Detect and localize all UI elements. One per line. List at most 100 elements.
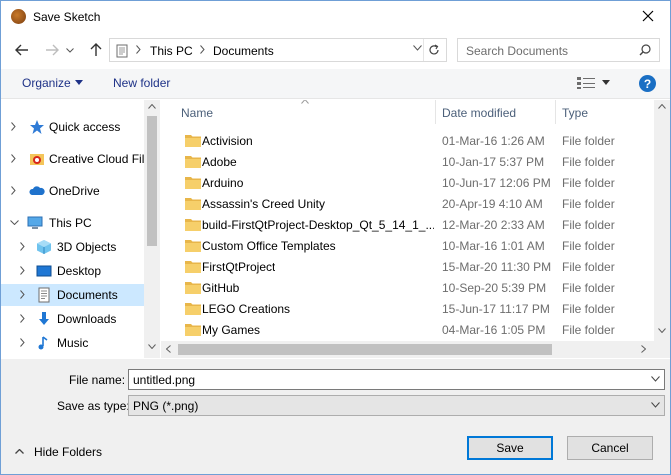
table-row[interactable]: My Games 04-Mar-16 1:05 PM File folder	[161, 319, 654, 340]
breadcrumb-documents[interactable]: Documents	[213, 44, 274, 58]
chevron-right-icon[interactable]	[11, 186, 16, 195]
address-bar[interactable]: This PC Documents	[109, 38, 447, 62]
chevron-right-icon[interactable]	[20, 290, 25, 299]
sidebar-item-documents[interactable]: Documents	[1, 284, 144, 306]
chevron-right-icon[interactable]	[20, 242, 25, 251]
chevron-right-icon[interactable]	[11, 122, 16, 131]
column-header-name[interactable]: Name	[161, 100, 435, 124]
window-title: Save Sketch	[33, 10, 101, 24]
file-date: 01-Mar-16 1:26 AM	[442, 134, 545, 148]
sidebar-item-label: Documents	[57, 288, 118, 302]
table-row[interactable]: Adobe 10-Jan-17 5:37 PM File folder	[161, 151, 654, 172]
refresh-icon	[429, 44, 439, 55]
file-date: 10-Sep-20 5:39 PM	[442, 281, 547, 295]
title-bar: Save Sketch	[1, 1, 670, 32]
help-button[interactable]: ?	[639, 75, 656, 92]
folder-icon	[185, 240, 201, 252]
sidebar-item-desktop[interactable]: Desktop	[1, 260, 144, 282]
column-header-label: Name	[181, 106, 214, 120]
search-box[interactable]: Search Documents	[457, 38, 660, 62]
sidebar-item-this-pc[interactable]: This PC	[1, 212, 144, 234]
sidebar-item-music[interactable]: Music	[1, 332, 144, 354]
file-name: Custom Office Templates	[202, 239, 336, 253]
list-vertical-scrollbar[interactable]	[654, 100, 670, 341]
table-row[interactable]: GitHub 10-Sep-20 5:39 PM File folder	[161, 277, 654, 298]
folder-icon	[185, 198, 201, 210]
sidebar-item-label: Creative Cloud Files	[49, 152, 158, 166]
search-icon	[639, 44, 651, 56]
chevron-down-icon[interactable]	[651, 376, 660, 382]
nav-scroll-thumb[interactable]	[147, 116, 157, 246]
recent-locations-button[interactable]	[63, 40, 77, 60]
sidebar-item-onedrive[interactable]: OneDrive	[1, 180, 144, 202]
chevron-right-icon[interactable]	[20, 314, 25, 323]
file-date: 12-Mar-20 2:33 AM	[442, 218, 545, 232]
file-name-value: untitled.png	[133, 373, 196, 387]
up-button[interactable]	[85, 40, 107, 60]
sidebar-item-label: 3D Objects	[57, 240, 117, 254]
arrow-left-icon	[15, 44, 28, 56]
chevron-right-icon[interactable]	[11, 154, 16, 163]
refresh-button[interactable]	[426, 42, 442, 58]
chevron-down-icon[interactable]	[602, 80, 610, 85]
view-options-icon[interactable]	[577, 77, 595, 89]
table-row[interactable]: Custom Office Templates 10-Mar-16 1:01 AM…	[161, 235, 654, 256]
scroll-down-icon[interactable]	[658, 328, 666, 333]
save-button[interactable]: Save	[467, 436, 553, 460]
save-as-type-value: PNG (*.png)	[133, 399, 199, 413]
scroll-left-icon[interactable]	[166, 345, 171, 353]
this-pc-icon	[116, 44, 128, 58]
chevron-right-icon[interactable]	[20, 266, 25, 275]
scroll-corner	[654, 341, 670, 358]
nav-scrollbar[interactable]	[144, 100, 160, 358]
file-date: 10-Jun-17 12:06 PM	[442, 176, 551, 190]
download-icon	[39, 312, 49, 325]
sidebar-item-label: This PC	[49, 216, 92, 230]
new-folder-button[interactable]: New folder	[113, 76, 170, 90]
table-row[interactable]: Assassin's Creed Unity 20-Apr-19 4:10 AM F…	[161, 193, 654, 214]
file-date: 20-Apr-19 4:10 AM	[442, 197, 543, 211]
sidebar-item-3d-objects[interactable]: 3D Objects	[1, 236, 144, 258]
sidebar-item-label: Desktop	[57, 264, 102, 278]
list-hscroll-thumb[interactable]	[178, 344, 552, 355]
star-icon	[30, 120, 44, 134]
list-horizontal-scrollbar[interactable]	[161, 341, 654, 358]
sidebar-item-quick-access[interactable]: Quick access	[1, 116, 144, 138]
forward-button[interactable]	[41, 40, 63, 60]
close-button[interactable]	[636, 5, 660, 27]
scroll-up-icon[interactable]	[148, 104, 156, 109]
chevron-down-icon[interactable]	[10, 220, 19, 225]
sidebar-item-creative-cloud[interactable]: Creative Cloud Files	[1, 148, 157, 170]
navigation-pane: Quick access Creative Cloud Files OneDri…	[1, 100, 160, 358]
file-type: File folder	[562, 239, 615, 253]
table-row[interactable]: Activision 01-Mar-16 1:26 AM File folder	[161, 130, 654, 151]
column-header-type[interactable]: Type	[556, 100, 654, 124]
file-type: File folder	[562, 302, 615, 316]
hide-folders-label: Hide Folders	[34, 445, 103, 459]
save-as-type-select[interactable]: PNG (*.png)	[128, 395, 665, 416]
file-name-field[interactable]: untitled.png	[128, 369, 665, 390]
sidebar-item-label: Music	[57, 336, 89, 350]
table-row[interactable]: FirstQtProject 15-Mar-20 11:30 PM File fol…	[161, 256, 654, 277]
cancel-button[interactable]: Cancel	[567, 436, 653, 460]
file-type: File folder	[562, 155, 615, 169]
sidebar-item-downloads[interactable]: Downloads	[1, 308, 144, 330]
organize-button[interactable]: Organize	[22, 76, 71, 90]
back-button[interactable]	[11, 40, 33, 60]
table-row[interactable]: LEGO Creations 15-Jun-17 11:17 PM File fol…	[161, 298, 654, 319]
file-type: File folder	[562, 281, 615, 295]
sidebar-item-label: Downloads	[57, 312, 117, 326]
chevron-right-icon	[200, 45, 205, 54]
sort-ascending-icon	[301, 100, 309, 104]
address-divider	[423, 39, 424, 61]
address-dropdown-icon[interactable]	[413, 45, 422, 51]
breadcrumb-this-pc[interactable]: This PC	[150, 44, 193, 58]
scroll-up-icon[interactable]	[658, 104, 666, 109]
file-name-label: File name:	[69, 373, 126, 387]
scroll-right-icon[interactable]	[641, 345, 646, 353]
table-row[interactable]: build-FirstQtProject-Desktop_Qt_5_14_1_.…	[161, 214, 654, 235]
column-header-date[interactable]: Date modified	[436, 100, 555, 124]
table-row[interactable]: Arduino 10-Jun-17 12:06 PM File folder	[161, 172, 654, 193]
scroll-down-icon[interactable]	[148, 344, 156, 349]
chevron-right-icon[interactable]	[20, 338, 25, 347]
